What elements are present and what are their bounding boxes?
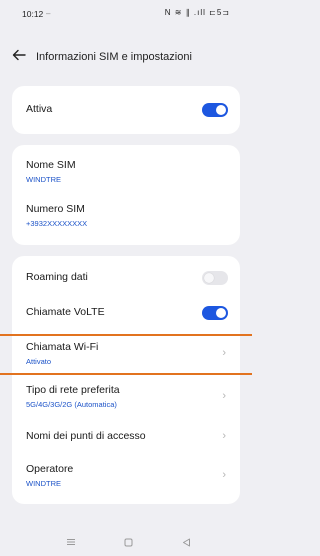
- sim-active-toggle[interactable]: [202, 103, 228, 117]
- chevron-right-icon: ›: [222, 430, 226, 442]
- navigation-bar: [0, 534, 252, 556]
- home-icon[interactable]: [124, 538, 133, 550]
- sim-name-row[interactable]: Nome SIM WINDTRE: [26, 159, 228, 184]
- volte-row[interactable]: Chiamate VoLTE: [26, 306, 228, 322]
- status-bar: 10:12 – N ≋ ∥ .ıll ⊏5⊐: [0, 0, 252, 26]
- status-icons: N ≋ ∥ .ıll ⊏5⊐: [164, 8, 230, 17]
- sim-active-card: Attiva: [12, 86, 240, 134]
- apn-row[interactable]: Nomi dei punti di accesso ›: [26, 430, 228, 446]
- roaming-toggle[interactable]: [202, 271, 228, 285]
- highlight-line-top: [0, 334, 252, 336]
- wifi-call-label: Chiamata Wi-Fi: [26, 341, 99, 353]
- sim-number-label: Numero SIM: [26, 203, 85, 215]
- roaming-row[interactable]: Roaming dati: [26, 271, 228, 287]
- settings-card: Roaming dati Chiamate VoLTE Chiamata Wi-…: [12, 256, 240, 504]
- page-header: Informazioni SIM e impostazioni: [0, 44, 252, 74]
- sim-name-value: WINDTRE: [26, 175, 61, 184]
- sim-active-row[interactable]: Attiva: [26, 103, 228, 119]
- network-type-row[interactable]: Tipo di rete preferita 5G/4G/3G/2G (Auto…: [26, 384, 228, 410]
- menu-icon[interactable]: [66, 538, 76, 549]
- roaming-label: Roaming dati: [26, 271, 88, 283]
- network-type-label: Tipo di rete preferita: [26, 384, 120, 396]
- wifi-call-row[interactable]: Chiamata Wi-Fi Attivato ›: [26, 341, 228, 367]
- operator-row[interactable]: Operatore WINDTRE ›: [26, 463, 228, 489]
- network-type-value: 5G/4G/3G/2G (Automatica): [26, 400, 117, 409]
- sim-number-row[interactable]: Numero SIM +3932XXXXXXXX: [26, 203, 228, 228]
- chevron-right-icon: ›: [222, 390, 226, 402]
- back-triangle-icon[interactable]: [182, 538, 191, 550]
- back-arrow-icon[interactable]: [12, 48, 26, 66]
- sim-info-card: Nome SIM WINDTRE Numero SIM +3932XXXXXXX…: [12, 145, 240, 245]
- highlight-line-bottom: [0, 373, 252, 375]
- operator-label: Operatore: [26, 463, 74, 475]
- sim-number-value: +3932XXXXXXXX: [26, 219, 88, 228]
- chevron-right-icon: ›: [222, 469, 226, 481]
- volte-toggle[interactable]: [202, 306, 228, 320]
- operator-value: WINDTRE: [26, 479, 61, 488]
- sim-name-label: Nome SIM: [26, 159, 76, 171]
- page-title: Informazioni SIM e impostazioni: [36, 51, 192, 63]
- status-dot: –: [46, 9, 51, 18]
- volte-label: Chiamate VoLTE: [26, 306, 105, 318]
- wifi-call-value: Attivato: [26, 357, 52, 366]
- status-time: 10:12: [22, 9, 44, 19]
- apn-label: Nomi dei punti di accesso: [26, 430, 146, 442]
- chevron-right-icon: ›: [222, 347, 226, 359]
- sim-active-label: Attiva: [26, 103, 53, 115]
